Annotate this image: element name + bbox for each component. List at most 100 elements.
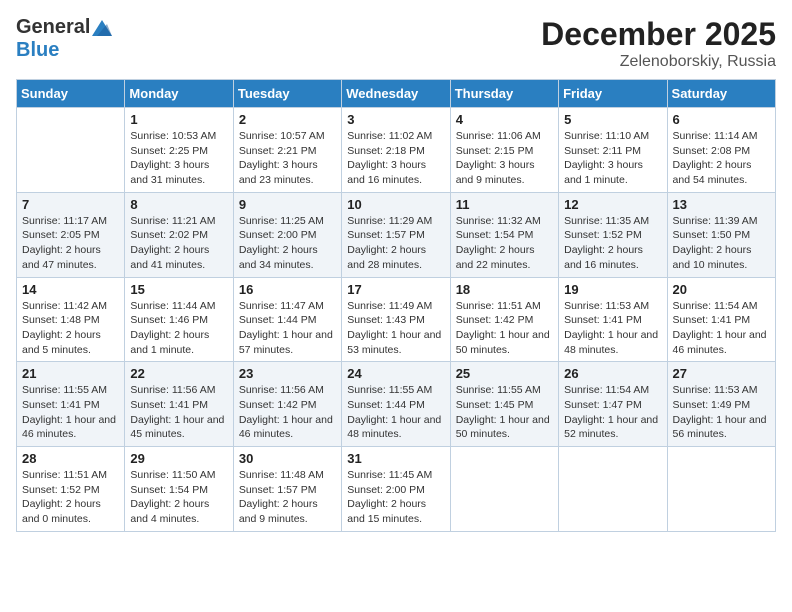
day-cell: 5 Sunrise: 11:10 AM Sunset: 2:11 PM Dayli… [559,108,667,193]
day-cell: 11 Sunrise: 11:32 AM Sunset: 1:54 PM Dayl… [450,192,558,277]
day-info: Sunrise: 11:53 AM Sunset: 1:49 PM Daylig… [673,383,770,442]
logo-blue-text: Blue [16,39,59,62]
day-number: 27 [673,366,770,381]
day-cell: 13Sunrise: 11:39 AM Sunset: 1:50 PM Dayl… [667,192,775,277]
day-info: Sunrise: 10:53 AM Sunset: 2:25 PM Daylig… [130,129,227,188]
day-cell: 25 Sunrise: 11:55 AM Sunset: 1:45 PM Dayl… [450,362,558,447]
day-number: 16 [239,282,336,297]
day-number: 12 [564,197,661,212]
day-number: 26 [564,366,661,381]
day-number: 29 [130,451,227,466]
day-info: Sunrise: 11:55 AM Sunset: 1:45 PM Daylig… [456,383,553,442]
day-cell [667,447,775,532]
day-header-tuesday: Tuesday [233,80,341,108]
page-header: General Blue December 2025 Zelenoborskiy… [16,16,776,71]
day-cell: 1 Sunrise: 10:53 AM Sunset: 2:25 PM Dayli… [125,108,233,193]
day-number: 15 [130,282,227,297]
day-header-sunday: Sunday [17,80,125,108]
day-info: Sunrise: 11:44 AM Sunset: 1:46 PM Daylig… [130,299,227,358]
day-header-saturday: Saturday [667,80,775,108]
day-number: 17 [347,282,444,297]
day-header-friday: Friday [559,80,667,108]
day-cell: 6Sunrise: 11:14 AM Sunset: 2:08 PM Dayli… [667,108,775,193]
day-info: Sunrise: 11:29 AM Sunset: 1:57 PM Daylig… [347,214,444,273]
day-cell: 7Sunrise: 11:17 AM Sunset: 2:05 PM Dayli… [17,192,125,277]
week-row-2: 7Sunrise: 11:17 AM Sunset: 2:05 PM Dayli… [17,192,776,277]
month-title: December 2025 [541,16,776,53]
day-number: 30 [239,451,336,466]
day-cell: 22Sunrise: 11:56 AM Sunset: 1:41 PM Dayl… [125,362,233,447]
day-info: Sunrise: 11:35 AM Sunset: 1:52 PM Daylig… [564,214,661,273]
day-info: Sunrise: 11:47 AM Sunset: 1:44 PM Daylig… [239,299,336,358]
day-info: Sunrise: 11:02 AM Sunset: 2:18 PM Daylig… [347,129,444,188]
calendar-header-row: SundayMondayTuesdayWednesdayThursdayFrid… [17,80,776,108]
day-info: Sunrise: 10:57 AM Sunset: 2:21 PM Daylig… [239,129,336,188]
day-number: 1 [130,112,227,127]
day-info: Sunrise: 11:32 AM Sunset: 1:54 PM Daylig… [456,214,553,273]
day-cell: 27 Sunrise: 11:53 AM Sunset: 1:49 PM Dayl… [667,362,775,447]
day-header-monday: Monday [125,80,233,108]
day-number: 28 [22,451,119,466]
day-number: 9 [239,197,336,212]
day-number: 3 [347,112,444,127]
day-cell [17,108,125,193]
day-cell: 19 Sunrise: 11:53 AM Sunset: 1:41 PM Dayl… [559,277,667,362]
day-number: 2 [239,112,336,127]
day-info: Sunrise: 11:53 AM Sunset: 1:41 PM Daylig… [564,299,661,358]
day-cell: 16 Sunrise: 11:47 AM Sunset: 1:44 PM Dayl… [233,277,341,362]
day-number: 11 [456,197,553,212]
day-cell: 12 Sunrise: 11:35 AM Sunset: 1:52 PM Dayl… [559,192,667,277]
day-number: 8 [130,197,227,212]
day-info: Sunrise: 11:50 AM Sunset: 1:54 PM Daylig… [130,468,227,527]
day-info: Sunrise: 11:06 AM Sunset: 2:15 PM Daylig… [456,129,553,188]
day-cell: 28Sunrise: 11:51 AM Sunset: 1:52 PM Dayl… [17,447,125,532]
day-info: Sunrise: 11:49 AM Sunset: 1:43 PM Daylig… [347,299,444,358]
day-number: 22 [130,366,227,381]
day-cell: 21 Sunrise: 11:55 AM Sunset: 1:41 PM Dayl… [17,362,125,447]
week-row-3: 14Sunrise: 11:42 AM Sunset: 1:48 PM Dayl… [17,277,776,362]
title-block: December 2025 Zelenoborskiy, Russia [541,16,776,71]
day-cell: 9 Sunrise: 11:25 AM Sunset: 2:00 PM Dayli… [233,192,341,277]
day-number: 19 [564,282,661,297]
day-info: Sunrise: 11:56 AM Sunset: 1:42 PM Daylig… [239,383,336,442]
day-info: Sunrise: 11:39 AM Sunset: 1:50 PM Daylig… [673,214,770,273]
day-cell: 15 Sunrise: 11:44 AM Sunset: 1:46 PM Dayl… [125,277,233,362]
day-number: 5 [564,112,661,127]
day-cell: 8 Sunrise: 11:21 AM Sunset: 2:02 PM Dayli… [125,192,233,277]
logo: General Blue [16,16,112,62]
day-cell: 2 Sunrise: 10:57 AM Sunset: 2:21 PM Dayli… [233,108,341,193]
day-cell: 3 Sunrise: 11:02 AM Sunset: 2:18 PM Dayli… [342,108,450,193]
day-cell [559,447,667,532]
day-cell: 18 Sunrise: 11:51 AM Sunset: 1:42 PM Dayl… [450,277,558,362]
day-info: Sunrise: 11:21 AM Sunset: 2:02 PM Daylig… [130,214,227,273]
day-number: 6 [673,112,770,127]
day-number: 18 [456,282,553,297]
day-header-wednesday: Wednesday [342,80,450,108]
day-info: Sunrise: 11:51 AM Sunset: 1:42 PM Daylig… [456,299,553,358]
day-cell: 14Sunrise: 11:42 AM Sunset: 1:48 PM Dayl… [17,277,125,362]
day-number: 25 [456,366,553,381]
calendar-table: SundayMondayTuesdayWednesdayThursdayFrid… [16,79,776,532]
day-cell: 29 Sunrise: 11:50 AM Sunset: 1:54 PM Dayl… [125,447,233,532]
day-number: 20 [673,282,770,297]
day-info: Sunrise: 11:54 AM Sunset: 1:47 PM Daylig… [564,383,661,442]
day-cell: 17 Sunrise: 11:49 AM Sunset: 1:43 PM Dayl… [342,277,450,362]
day-info: Sunrise: 11:55 AM Sunset: 1:44 PM Daylig… [347,383,444,442]
day-cell: 31Sunrise: 11:45 AM Sunset: 2:00 PM Dayl… [342,447,450,532]
day-info: Sunrise: 11:55 AM Sunset: 1:41 PM Daylig… [22,383,119,442]
week-row-1: 1 Sunrise: 10:53 AM Sunset: 2:25 PM Dayli… [17,108,776,193]
day-cell: 30Sunrise: 11:48 AM Sunset: 1:57 PM Dayl… [233,447,341,532]
day-number: 24 [347,366,444,381]
logo-general-text: General [16,16,90,39]
day-info: Sunrise: 11:25 AM Sunset: 2:00 PM Daylig… [239,214,336,273]
day-cell: 24 Sunrise: 11:55 AM Sunset: 1:44 PM Dayl… [342,362,450,447]
day-number: 21 [22,366,119,381]
day-cell: 26 Sunrise: 11:54 AM Sunset: 1:47 PM Dayl… [559,362,667,447]
day-info: Sunrise: 11:10 AM Sunset: 2:11 PM Daylig… [564,129,661,188]
day-cell: 10Sunrise: 11:29 AM Sunset: 1:57 PM Dayl… [342,192,450,277]
day-cell [450,447,558,532]
day-header-thursday: Thursday [450,80,558,108]
day-number: 14 [22,282,119,297]
day-cell: 4Sunrise: 11:06 AM Sunset: 2:15 PM Dayli… [450,108,558,193]
logo-icon [92,20,112,36]
